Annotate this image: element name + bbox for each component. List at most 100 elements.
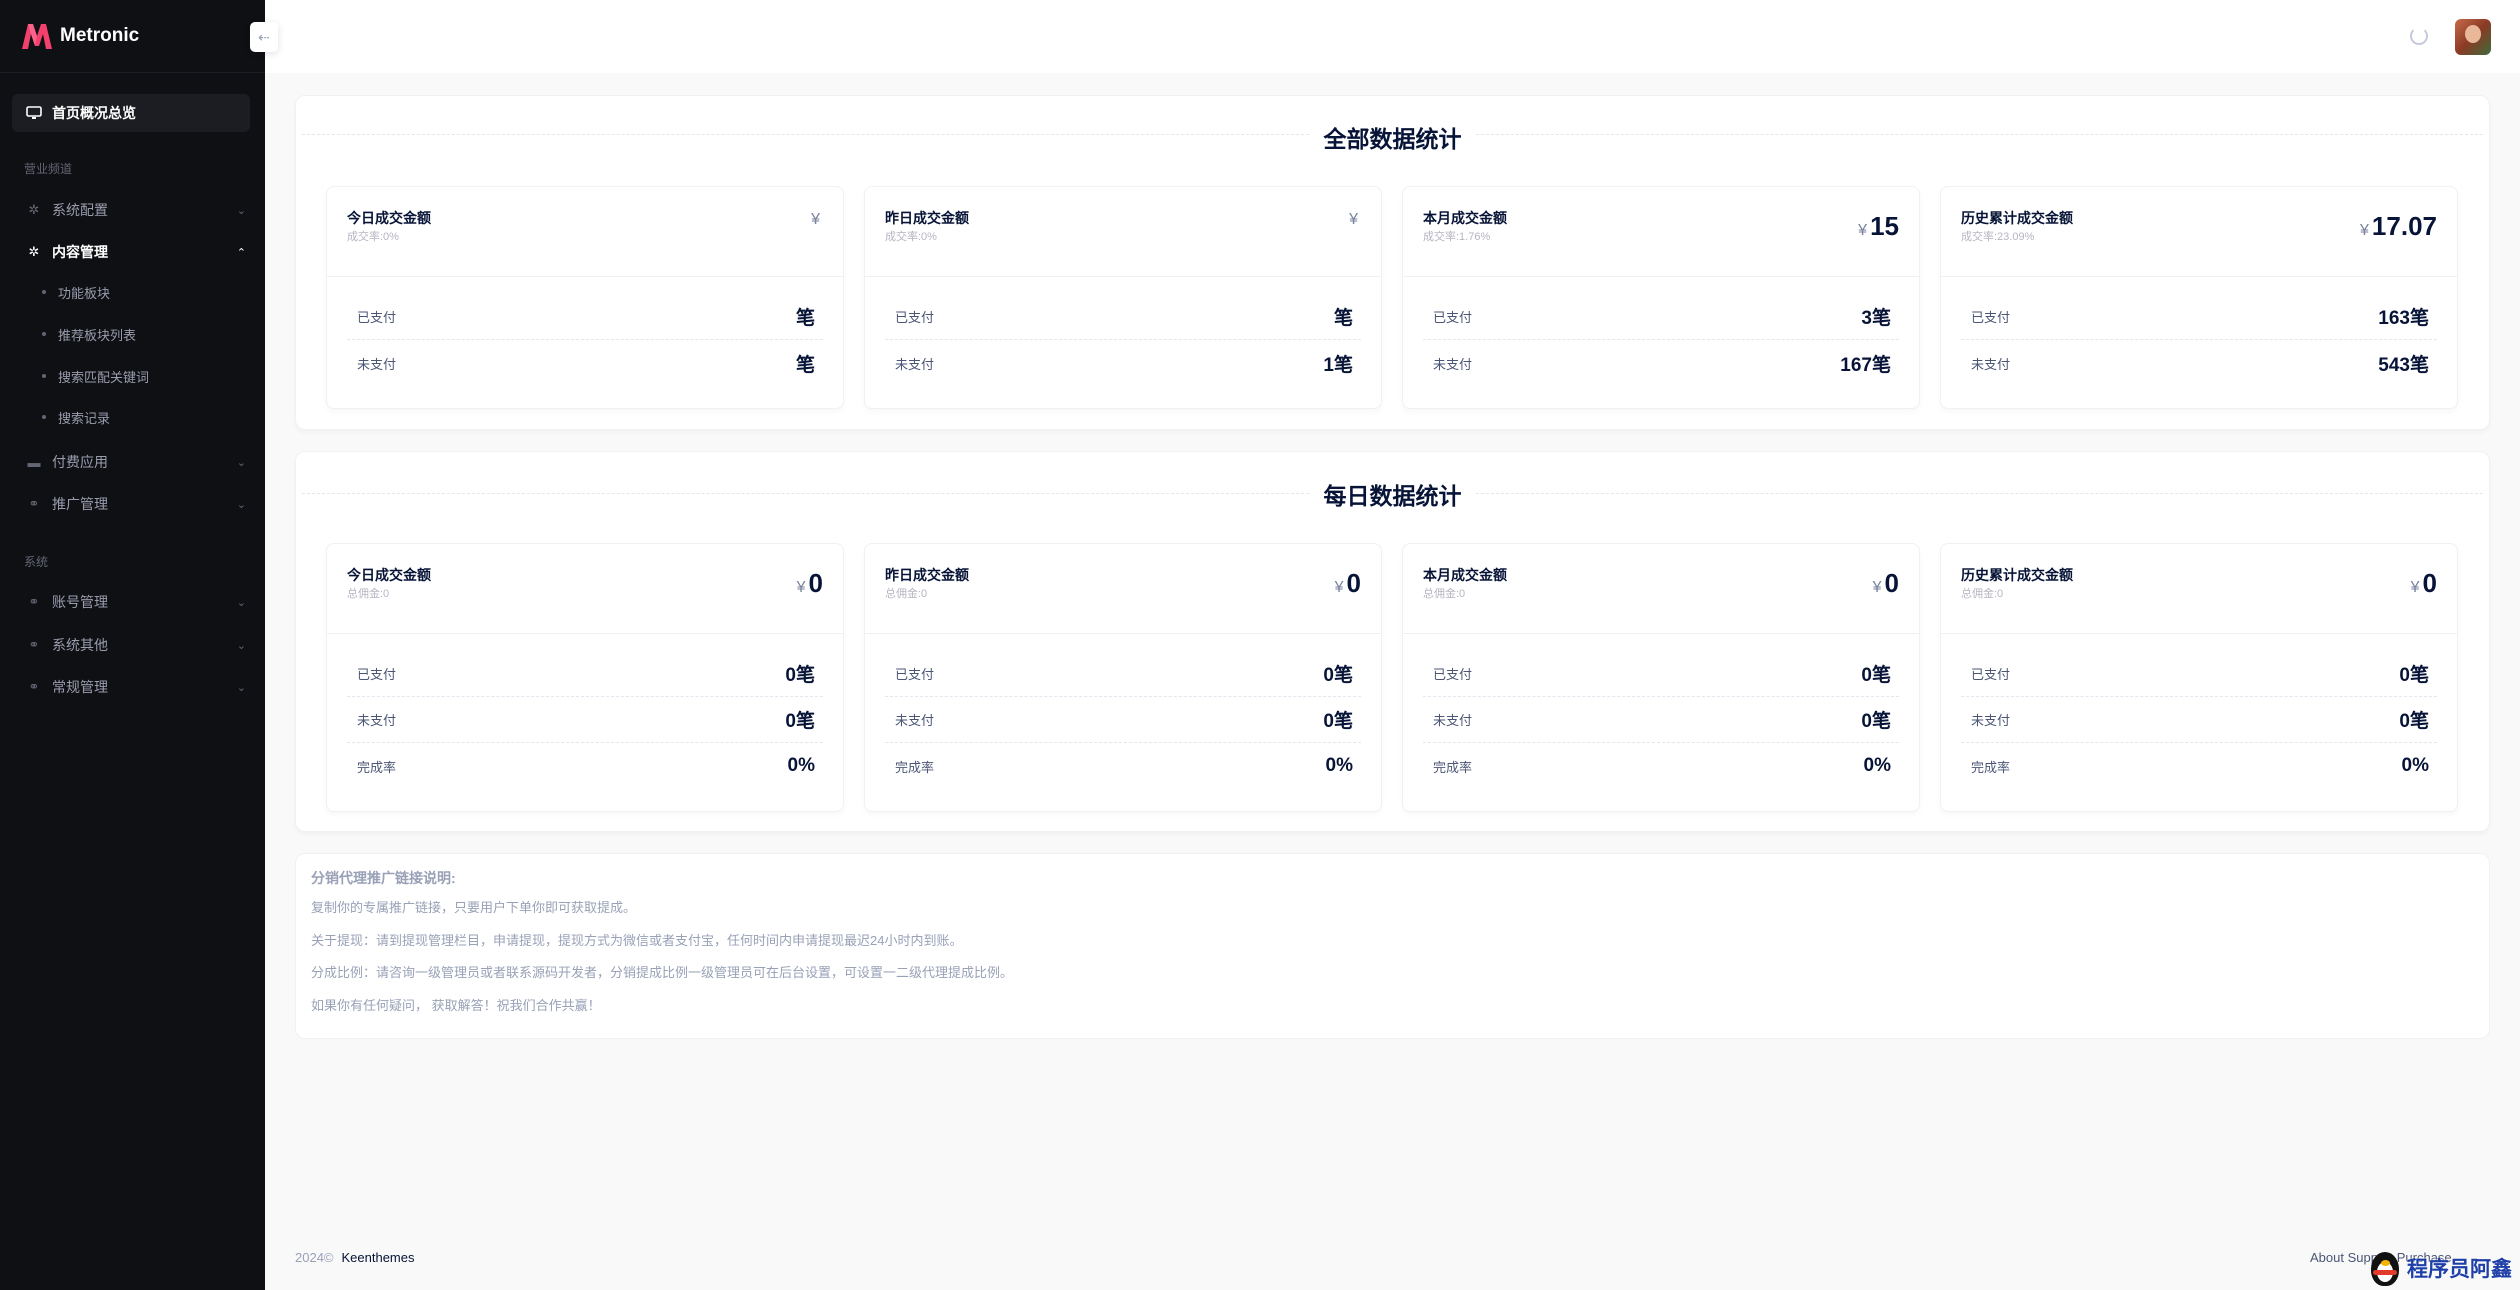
link-icon: ⚭ bbox=[28, 679, 40, 694]
sidebar: Metronic 首页概况总览 营业频道 ✲ 系统配置 ⌄ ✲ 内容管理 ⌃ 功… bbox=[0, 0, 265, 1290]
sidebar-subitem-recommend-blocks[interactable]: 推荐板块列表 bbox=[42, 324, 136, 344]
card-amount: ¥ bbox=[1349, 211, 1361, 229]
arrow-left-icon: ⇠ bbox=[258, 28, 270, 45]
card-row: 已支付 0笔 bbox=[1423, 651, 1899, 697]
amount-value: 0 bbox=[2422, 568, 2437, 598]
penguin-icon bbox=[2365, 1248, 2405, 1288]
row-value: 笔 bbox=[795, 354, 815, 376]
sidebar-item-promotion[interactable]: ⚭ 推广管理 ⌄ bbox=[26, 492, 246, 516]
row-value: 0笔 bbox=[2399, 665, 2429, 686]
row-label: 已支付 bbox=[895, 310, 935, 325]
card-title: 昨日成交金额 bbox=[885, 210, 969, 226]
amount-value: 17.07 bbox=[2371, 211, 2437, 241]
row-value: 0笔 bbox=[1861, 711, 1891, 732]
card-subtitle: 成交率:23.09% bbox=[1961, 231, 2035, 243]
card-title: 今日成交金额 bbox=[347, 567, 431, 583]
stat-card: 昨日成交金额 总佣金:0 ¥0 已支付 0笔 未支付 0笔 完成率 0% bbox=[864, 543, 1382, 812]
card-amount: ¥0 bbox=[2411, 568, 2437, 599]
sidebar-subitem-function-blocks[interactable]: 功能板块 bbox=[42, 282, 110, 302]
row-value: 0笔 bbox=[1323, 711, 1353, 732]
brand-name: Metronic bbox=[60, 25, 140, 46]
card-header: 本月成交金额 成交率:1.76% ¥15 bbox=[1403, 187, 1919, 277]
footer-brand-link[interactable]: Keenthemes bbox=[342, 1250, 415, 1265]
row-label: 未支付 bbox=[895, 356, 935, 372]
card-row: 已支付 163笔 bbox=[1961, 294, 2437, 340]
card-amount: ¥15 bbox=[1858, 211, 1899, 242]
card-header: 昨日成交金额 总佣金:0 ¥0 bbox=[865, 544, 1381, 634]
section-label-business: 营业频道 bbox=[24, 162, 73, 176]
bullet-icon bbox=[42, 415, 46, 419]
card-header: 历史累计成交金额 总佣金:0 ¥0 bbox=[1941, 544, 2457, 634]
subitem-label: 搜索记录 bbox=[58, 410, 111, 426]
top-header bbox=[265, 0, 2520, 73]
card-row: 未支付 0笔 bbox=[1423, 697, 1899, 743]
sidebar-item-general[interactable]: ⚭ 常规管理 ⌄ bbox=[26, 675, 246, 699]
currency-symbol: ¥ bbox=[1334, 579, 1344, 596]
gear-icon: ✲ bbox=[28, 202, 40, 217]
card-row: 已支付 0笔 bbox=[347, 651, 823, 697]
card-row: 未支付 笔 bbox=[347, 340, 823, 386]
stat-card: 本月成交金额 总佣金:0 ¥0 已支付 0笔 未支付 0笔 完成率 0% bbox=[1402, 543, 1920, 812]
stat-card: 今日成交金额 总佣金:0 ¥0 已支付 0笔 未支付 0笔 完成率 0% bbox=[326, 543, 844, 812]
gear-icon: ✲ bbox=[28, 244, 40, 259]
notes-title: 分销代理推广链接说明: bbox=[311, 870, 456, 886]
overall-stats-panel: 全部数据统计 今日成交金额 成交率:0% ¥ 已支付笔未支付笔昨日成交金额 成交率:0%… bbox=[295, 95, 2490, 430]
row-value: 0笔 bbox=[1323, 665, 1353, 686]
sidebar-subitem-search-keywords[interactable]: 搜索匹配关键词 bbox=[42, 366, 149, 386]
row-value: 1笔 bbox=[1323, 354, 1353, 376]
user-avatar[interactable] bbox=[2455, 19, 2491, 55]
amount-value: 15 bbox=[1870, 211, 1899, 241]
bullet-icon bbox=[42, 332, 46, 336]
link-icon: ⚭ bbox=[28, 594, 40, 609]
footer-year: 2024© bbox=[295, 1250, 334, 1265]
stat-card: 本月成交金额 成交率:1.76% ¥15 已支付 3笔 未支付 167笔 bbox=[1402, 186, 1920, 409]
panel-title: 每日数据统计 bbox=[296, 477, 2489, 511]
row-value: 0% bbox=[1863, 755, 1891, 776]
sidebar-collapse-button[interactable]: ⇠ bbox=[250, 22, 278, 52]
card-row: 已支付 0笔 bbox=[885, 651, 1361, 697]
section-label-system: 系统 bbox=[24, 555, 49, 569]
row-value: 0笔 bbox=[785, 665, 815, 686]
row-label: 未支付 bbox=[357, 356, 397, 372]
stat-card: 昨日成交金额 成交率:0% ¥ 已支付 笔未支付 1笔 bbox=[864, 186, 1382, 409]
row-value: 3笔 bbox=[1861, 308, 1891, 329]
sidebar-item-paid-apps[interactable]: ▬ 付费应用 ⌄ bbox=[26, 450, 247, 474]
sidebar-subitem-search-records[interactable]: 搜索记录 bbox=[42, 407, 110, 427]
chevron-down-icon: ⌄ bbox=[236, 639, 246, 652]
row-label: 已支付 bbox=[1433, 667, 1473, 682]
row-label: 已支付 bbox=[895, 667, 935, 682]
card-title: 今日成交金额 bbox=[347, 210, 431, 226]
card-subtitle: 总佣金:0 bbox=[347, 588, 390, 600]
sidebar-item-label: 付费应用 bbox=[52, 454, 108, 470]
brand[interactable]: Metronic bbox=[0, 0, 265, 73]
sidebar-item-system-other[interactable]: ⚭ 系统其他 ⌄ bbox=[26, 633, 246, 657]
row-label: 已支付 bbox=[1971, 667, 2011, 682]
subitem-label: 功能板块 bbox=[58, 285, 111, 301]
row-label: 未支付 bbox=[357, 713, 397, 728]
row-label: 完成率 bbox=[895, 759, 935, 775]
currency-symbol: ¥ bbox=[811, 211, 820, 228]
notes-line: 如果你有任何疑问， 获取解答！祝我们合作共赢！ bbox=[311, 998, 601, 1013]
sidebar-item-label: 内容管理 bbox=[52, 244, 108, 260]
watermark: 程序员阿鑫 bbox=[2365, 1248, 2512, 1288]
sidebar-item-dashboard[interactable]: 首页概况总览 bbox=[12, 94, 250, 132]
footer: 2024© Keenthemes bbox=[295, 1250, 415, 1265]
chevron-down-icon: ⌄ bbox=[236, 498, 246, 511]
sidebar-item-system-config[interactable]: ✲ 系统配置 ⌄ bbox=[26, 198, 246, 222]
card-row: 未支付 0笔 bbox=[347, 697, 823, 743]
card-row: 已支付 笔 bbox=[885, 294, 1361, 340]
row-value: 0笔 bbox=[2399, 711, 2429, 732]
sidebar-item-content[interactable]: ✲ 内容管理 ⌃ bbox=[26, 240, 246, 264]
monitor-icon bbox=[26, 105, 42, 121]
card-subtitle: 总佣金:0 bbox=[885, 588, 928, 600]
card-amount: ¥0 bbox=[797, 568, 823, 599]
card-title: 本月成交金额 bbox=[1423, 210, 1507, 226]
subitem-label: 推荐板块列表 bbox=[58, 327, 137, 343]
notes-line: 分成比例：请咨询一级管理员或者联系源码开发者，分销提成比例一级管理员可在后台设置… bbox=[311, 965, 1014, 980]
sidebar-item-accounts[interactable]: ⚭ 账号管理 ⌄ bbox=[26, 590, 246, 614]
row-label: 未支付 bbox=[1433, 713, 1473, 728]
row-label: 未支付 bbox=[1971, 356, 2011, 372]
card-header: 今日成交金额总佣金:0 ¥0 bbox=[327, 544, 843, 634]
card-header: 历史累计成交金额 成交率:23.09% ¥17.07 bbox=[1941, 187, 2457, 277]
row-label: 完成率 bbox=[1433, 759, 1473, 775]
